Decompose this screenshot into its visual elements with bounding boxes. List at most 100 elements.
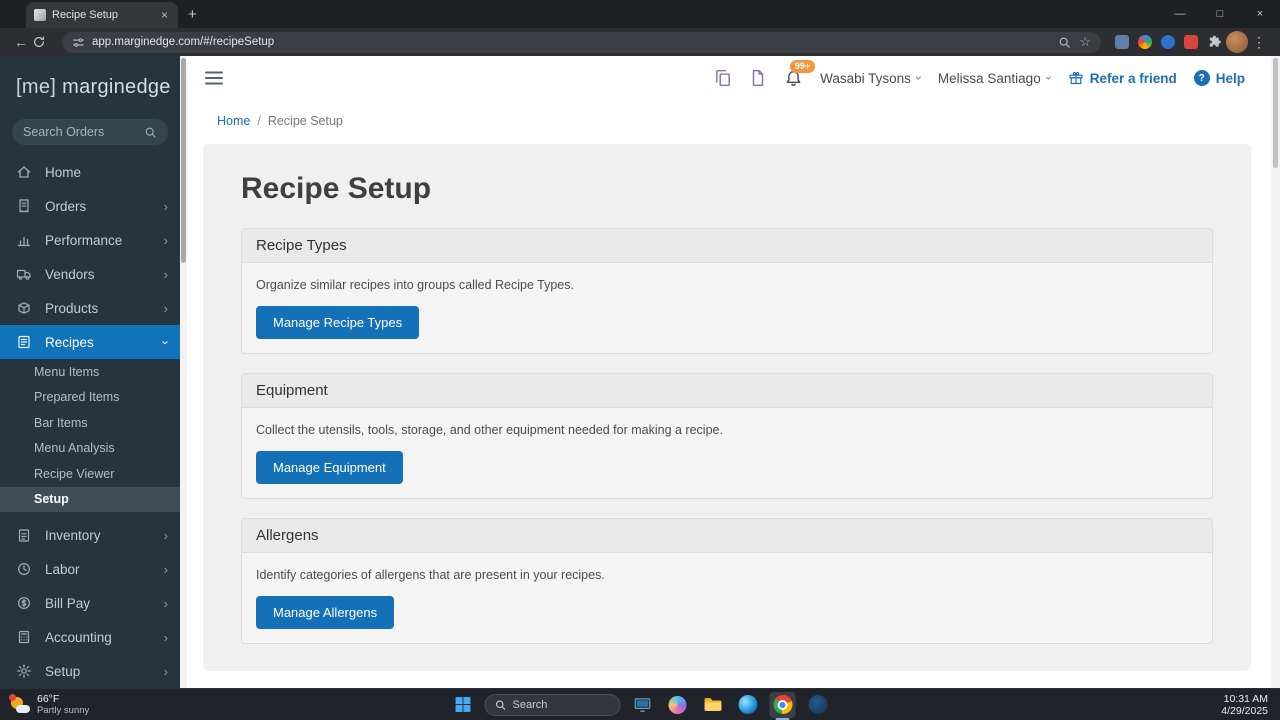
panel-description: Identify categories of allergens that ar… <box>256 568 605 582</box>
lens-search-icon[interactable] <box>1058 36 1071 49</box>
taskbar-weather-widget[interactable]: 66°F Partly sunny <box>0 693 90 716</box>
sidebar: [me]marginedge Home Orders › Performance <box>0 56 180 688</box>
bookmark-star-icon[interactable]: ☆ <box>1079 34 1091 50</box>
tab-close-icon[interactable]: × <box>159 8 170 22</box>
chevron-right-icon: › <box>163 527 168 543</box>
sidebar-item-labor[interactable]: Labor › <box>0 552 180 586</box>
recipe-types-panel: Recipe Types Organize similar recipes in… <box>241 228 1213 354</box>
taskbar-icon-edge[interactable] <box>735 692 761 718</box>
sidebar-item-recipes[interactable]: Recipes › <box>0 325 180 359</box>
back-button[interactable]: ← <box>10 34 32 50</box>
performance-icon <box>16 232 33 249</box>
site-settings-icon[interactable] <box>72 36 85 49</box>
manage-allergens-button[interactable]: Manage Allergens <box>256 596 395 629</box>
document-icon[interactable] <box>749 69 767 87</box>
recipes-icon <box>16 334 33 351</box>
sidebar-item-vendors[interactable]: Vendors › <box>0 257 180 291</box>
taskbar-search-label: Search <box>512 698 548 711</box>
tab-title: Recipe Setup <box>52 9 119 21</box>
recipe-setup-card: Recipe Setup Recipe Types Organize simil… <box>203 144 1251 671</box>
sidebar-scrollbar[interactable] <box>180 56 187 688</box>
chevron-right-icon: › <box>163 232 168 248</box>
submenu-item-prepared-items[interactable]: Prepared Items <box>0 385 180 411</box>
labor-icon <box>16 561 33 578</box>
taskbar-icon-chrome[interactable] <box>769 691 796 720</box>
equipment-panel: Equipment Collect the utensils, tools, s… <box>241 373 1213 499</box>
page-scrollbar[interactable] <box>1271 56 1280 688</box>
sidebar-item-performance[interactable]: Performance › <box>0 223 180 257</box>
submenu-item-bar-items[interactable]: Bar Items <box>0 410 180 436</box>
submenu-item-menu-items[interactable]: Menu Items <box>0 359 180 385</box>
extension-icon-3[interactable] <box>1161 35 1175 49</box>
taskbar-clock[interactable]: 10:31 AM 4/29/2025 <box>1221 693 1280 717</box>
panel-title: Allergens <box>242 519 1212 553</box>
start-button[interactable] <box>450 692 476 718</box>
notifications-bell-icon[interactable]: 99+ <box>784 59 816 88</box>
extensions-puzzle-icon[interactable] <box>1207 35 1222 50</box>
help-icon: ? <box>1193 70 1210 86</box>
sidebar-search[interactable] <box>12 119 168 145</box>
scrollbar-thumb[interactable] <box>1273 58 1278 168</box>
extension-icon-1[interactable] <box>1115 35 1129 49</box>
allergens-panel: Allergens Identify categories of allerge… <box>241 518 1213 644</box>
sidebar-item-inventory[interactable]: Inventory › <box>0 518 180 552</box>
chevron-down-icon: › <box>1041 76 1056 80</box>
manage-recipe-types-button[interactable]: Manage Recipe Types <box>256 306 420 339</box>
window-maximize-button[interactable]: □ <box>1200 0 1240 28</box>
taskbar-icon-app[interactable] <box>805 692 831 718</box>
taskbar-icon-desktop-app[interactable] <box>630 692 656 718</box>
page-title: Recipe Setup <box>241 172 432 205</box>
profile-avatar[interactable] <box>1226 31 1248 53</box>
help-link[interactable]: ? Help <box>1193 70 1245 86</box>
refresh-button[interactable] <box>32 35 54 49</box>
sidebar-item-setup[interactable]: Setup › <box>0 654 180 688</box>
browser-menu-icon[interactable]: ⋮ <box>1248 34 1270 51</box>
scrollbar-thumb[interactable] <box>181 58 186 263</box>
hamburger-menu-icon[interactable] <box>205 71 223 85</box>
submenu-item-setup[interactable]: Setup <box>0 486 180 512</box>
sidebar-item-home[interactable]: Home <box>0 155 180 189</box>
window-minimize-button[interactable]: — <box>1160 0 1200 28</box>
extension-icon-4[interactable] <box>1184 35 1198 49</box>
user-menu[interactable]: Melissa Santiago › <box>938 71 1056 86</box>
chevron-right-icon: › <box>163 663 168 679</box>
gift-icon <box>1069 71 1083 85</box>
address-bar[interactable]: app.marginedge.com/#/recipeSetup ☆ <box>62 31 1101 53</box>
chevron-right-icon: › <box>163 561 168 577</box>
app-logo[interactable]: [me] marginedge <box>0 56 180 111</box>
window-close-button[interactable]: × <box>1240 0 1280 28</box>
breadcrumb-home-link[interactable]: Home <box>217 114 250 128</box>
copy-icon[interactable] <box>714 69 732 87</box>
logo-name: marginedge <box>62 76 171 98</box>
browser-tab[interactable]: Recipe Setup × <box>26 2 178 28</box>
omnibox-right-icons: ☆ <box>1058 34 1091 50</box>
weather-condition: Partly sunny <box>37 704 90 716</box>
inventory-icon <box>16 527 33 544</box>
app-window: [me]marginedge Home Orders › Performance <box>0 56 1280 688</box>
chevron-right-icon: › <box>163 300 168 316</box>
sidebar-item-bill-pay[interactable]: Bill Pay › <box>0 586 180 620</box>
taskbar-icon-copilot[interactable] <box>665 692 691 718</box>
submenu-item-recipe-viewer[interactable]: Recipe Viewer <box>0 461 180 487</box>
manage-equipment-button[interactable]: Manage Equipment <box>256 451 403 484</box>
topbar-right: 99+ Wasabi Tysons › Melissa Santiago › R… <box>714 59 1245 88</box>
taskbar-icon-file-explorer[interactable] <box>700 692 726 718</box>
tab-favicon-icon <box>34 9 46 21</box>
window-controls: — □ × <box>1160 0 1280 28</box>
sidebar-item-accounting[interactable]: Accounting › <box>0 620 180 654</box>
extension-icon-2[interactable] <box>1138 35 1152 49</box>
panel-body: Organize similar recipes into groups cal… <box>242 263 1212 353</box>
taskbar-search[interactable]: Search <box>484 693 621 716</box>
date-text: 4/29/2025 <box>1221 704 1268 717</box>
submenu-item-menu-analysis[interactable]: Menu Analysis <box>0 436 180 462</box>
new-tab-button[interactable]: + <box>188 6 197 23</box>
sidebar-item-orders[interactable]: Orders › <box>0 189 180 223</box>
search-orders-input[interactable] <box>23 125 138 139</box>
panel-description: Organize similar recipes into groups cal… <box>256 278 574 292</box>
setup-gear-icon <box>16 663 33 680</box>
refer-a-friend-link[interactable]: Refer a friend <box>1068 70 1177 86</box>
vendors-icon <box>16 266 33 283</box>
breadcrumb-current: Recipe Setup <box>267 114 343 128</box>
sidebar-item-products[interactable]: Products › <box>0 291 180 325</box>
location-picker[interactable]: Wasabi Tysons › <box>820 71 926 86</box>
